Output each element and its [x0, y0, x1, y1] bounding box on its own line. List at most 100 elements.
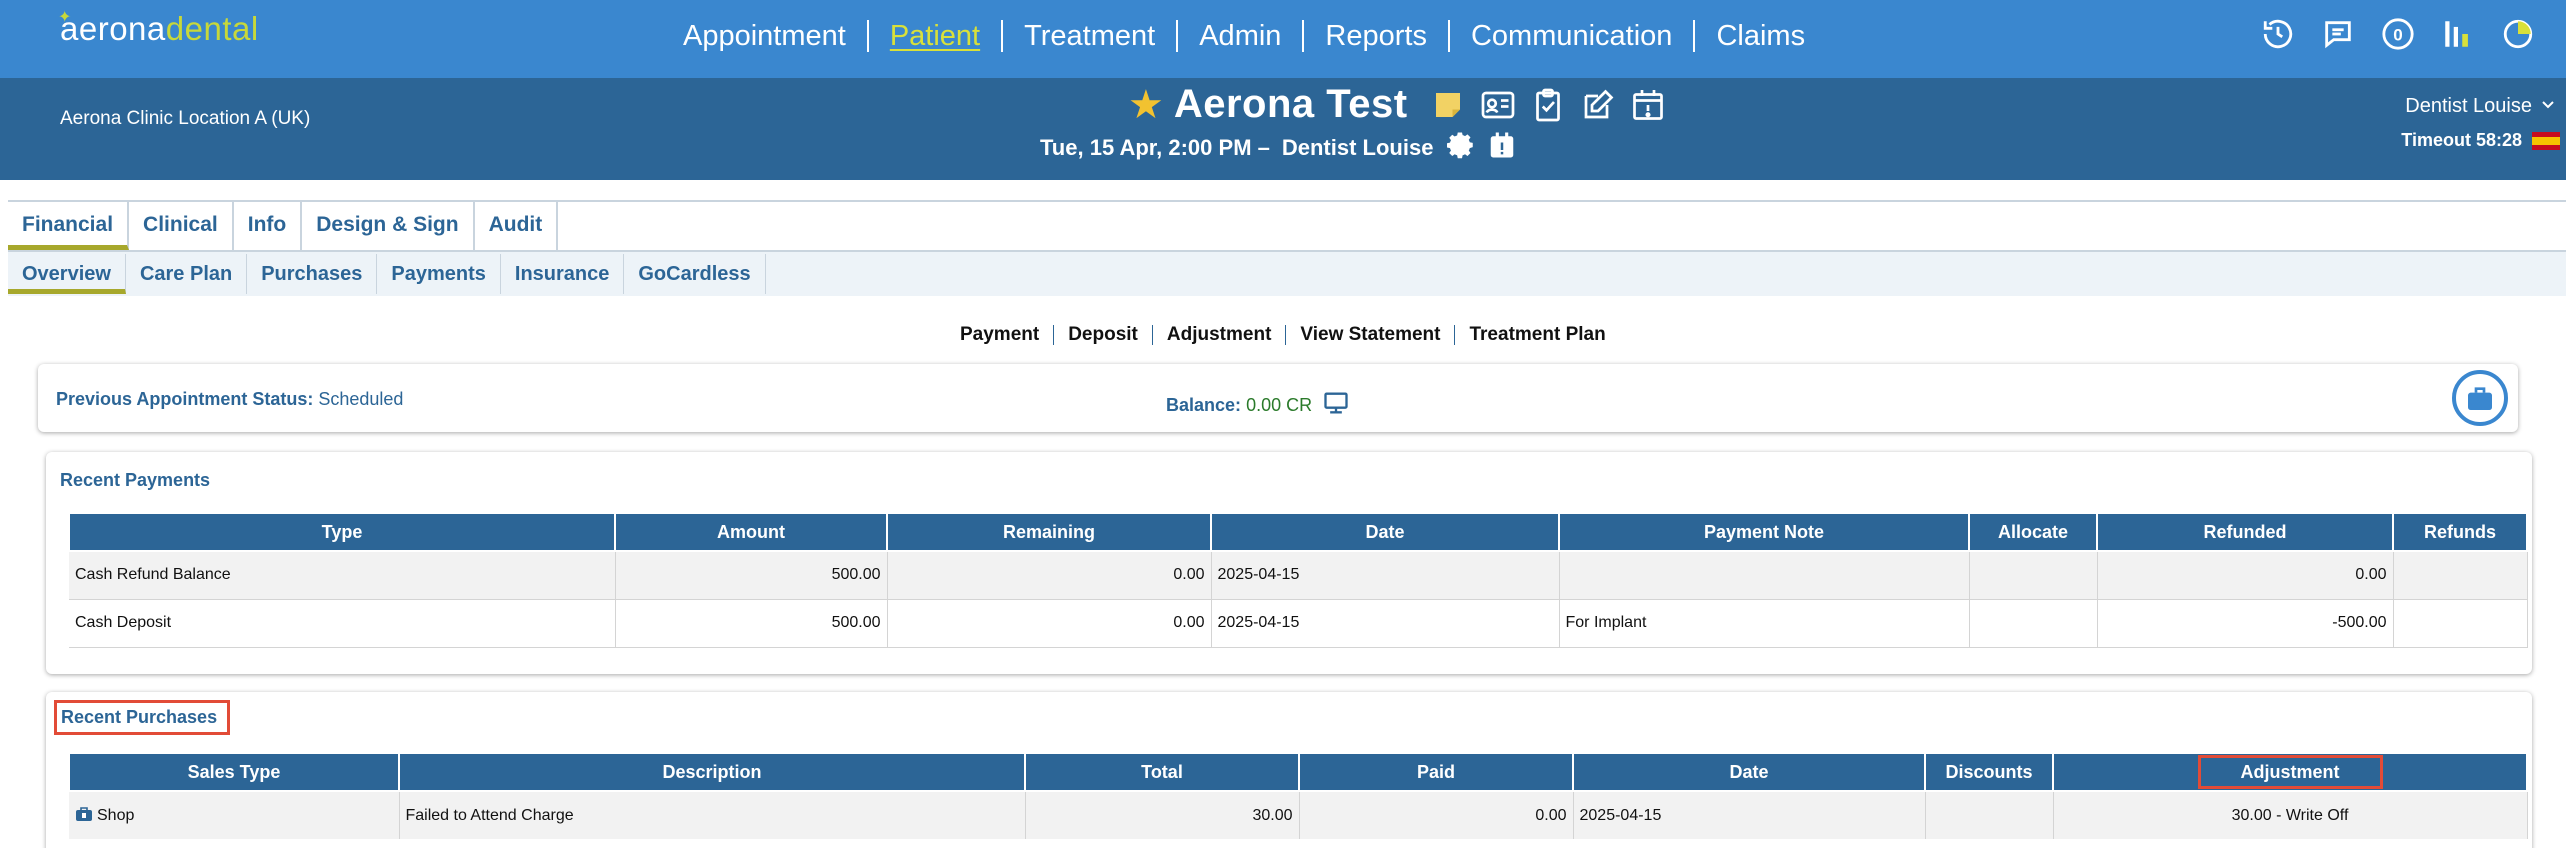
reports-bars-icon[interactable]: [2440, 16, 2476, 52]
user-dropdown[interactable]: Dentist Louise: [2405, 95, 2556, 118]
status-bar: Previous Appointment Status: Scheduled B…: [38, 364, 2518, 432]
nav-item-communication[interactable]: Communication: [1450, 20, 1696, 52]
balance-label: Balance:: [1166, 395, 1242, 415]
col-header-allocate[interactable]: Allocate: [1968, 512, 2098, 552]
subtab-care-plan[interactable]: Care Plan: [126, 254, 248, 294]
nav-item-claims[interactable]: Claims: [1695, 20, 1826, 52]
cell-date: 2025-04-15: [1211, 599, 1560, 648]
nav-item-admin[interactable]: Admin: [1178, 20, 1305, 52]
appointment-row: Tue, 15 Apr, 2:00 PM – Dentist Louise: [1040, 130, 1517, 166]
col-header-sales-type[interactable]: Sales Type: [68, 752, 400, 792]
col-header-paid[interactable]: Paid: [1298, 752, 1574, 792]
col-header-description[interactable]: Description: [398, 752, 1026, 792]
timeout-text: Timeout 58:28: [2401, 130, 2522, 150]
subtab-payments[interactable]: Payments: [377, 254, 501, 294]
treatment-plan-link[interactable]: Treatment Plan: [1455, 325, 1619, 345]
patient-name-row: ★ Aerona Test: [1128, 82, 1668, 127]
sub-tab-bar: Overview Care Plan Purchases Payments In…: [8, 252, 2566, 296]
prev-status-value: Scheduled: [318, 389, 404, 409]
chevron-down-icon: [2540, 95, 2556, 118]
adjustment-link[interactable]: Adjustment: [1153, 325, 1287, 345]
balance-value: 0.00 CR: [1246, 395, 1313, 415]
payment-link[interactable]: Payment: [960, 325, 1055, 345]
table-header-row: Sales Type Description Total Paid Date D…: [68, 752, 2528, 792]
tab-design-sign[interactable]: Design & Sign: [302, 202, 475, 250]
cell-sales-type: Shop: [69, 791, 400, 839]
chat-icon[interactable]: [2320, 16, 2356, 52]
previous-appointment-status: Previous Appointment Status: Scheduled: [56, 389, 403, 410]
shop-bag-icon: [76, 807, 92, 821]
adjustment-header-highlight: Adjustment: [2197, 754, 2383, 789]
col-header-amount[interactable]: Amount: [614, 512, 888, 552]
cell-payment-note: For Implant: [1559, 599, 1970, 648]
deposit-link[interactable]: Deposit: [1054, 325, 1153, 345]
col-header-refunded[interactable]: Refunded: [2096, 512, 2394, 552]
col-header-discounts[interactable]: Discounts: [1924, 752, 2054, 792]
nav-item-appointment[interactable]: Appointment: [662, 20, 869, 52]
table-row[interactable]: Cash Deposit 500.00 0.00 2025-04-15 For …: [69, 599, 2528, 648]
recent-payments-table: Type Amount Remaining Date Payment Note …: [68, 512, 2528, 648]
calendar-alert-small-icon[interactable]: [1487, 130, 1517, 166]
wallet-bag-icon[interactable]: [2452, 370, 2508, 426]
top-navigation-bar: ✦ aerona dental Appointment Patient Treat…: [0, 0, 2566, 78]
cell-amount: 500.00: [615, 599, 888, 648]
spain-flag-icon[interactable]: [2532, 131, 2560, 150]
cell-allocate: [1969, 551, 2098, 600]
tab-info[interactable]: Info: [234, 202, 303, 250]
cell-total: 30.00: [1025, 791, 1300, 839]
patient-card-icon[interactable]: [1478, 85, 1518, 125]
col-header-total[interactable]: Total: [1024, 752, 1300, 792]
recent-payments-title: Recent Payments: [60, 470, 211, 490]
tab-audit[interactable]: Audit: [475, 202, 559, 250]
cell-remaining: 0.00: [887, 551, 1212, 600]
balance: Balance: 0.00 CR: [1166, 389, 1350, 422]
edit-icon[interactable]: [1578, 85, 1618, 125]
notification-count-icon[interactable]: 0: [2380, 16, 2416, 52]
main-tab-bar: Financial Clinical Info Design & Sign Au…: [8, 200, 2566, 252]
pie-chart-icon[interactable]: [2500, 16, 2536, 52]
logo-text-dental: dental: [165, 10, 259, 47]
monitor-icon[interactable]: [1322, 389, 1350, 422]
star-icon[interactable]: ★: [1128, 85, 1164, 125]
patient-name: Aerona Test: [1173, 82, 1408, 126]
subtab-overview[interactable]: Overview: [8, 254, 126, 294]
col-header-payment-note[interactable]: Payment Note: [1558, 512, 1970, 552]
tab-clinical[interactable]: Clinical: [129, 202, 234, 250]
subtab-insurance[interactable]: Insurance: [501, 254, 625, 294]
clinic-location[interactable]: Aerona Clinic Location A (UK): [60, 108, 310, 130]
col-header-date[interactable]: Date: [1210, 512, 1560, 552]
clipboard-check-icon[interactable]: [1528, 85, 1568, 125]
nav-icon-group: 0: [2260, 16, 2536, 52]
calendar-alert-icon[interactable]: [1628, 85, 1668, 125]
appointment-datetime: Tue, 15 Apr, 2:00 PM –: [1040, 135, 1270, 160]
table-row[interactable]: Cash Refund Balance 500.00 0.00 2025-04-…: [69, 551, 2528, 600]
view-statement-link[interactable]: View Statement: [1286, 325, 1456, 345]
cell-paid: 0.00: [1299, 791, 1574, 839]
cell-adjustment: 30.00 - Write Off: [2053, 791, 2528, 839]
gear-icon[interactable]: [1445, 130, 1475, 166]
cell-allocate: [1969, 599, 2098, 648]
table-header-row: Type Amount Remaining Date Payment Note …: [68, 512, 2528, 552]
cell-refunded: -500.00: [2097, 599, 2394, 648]
col-header-type[interactable]: Type: [68, 512, 616, 552]
tab-financial[interactable]: Financial: [8, 202, 130, 250]
session-timeout: Timeout 58:28: [2401, 130, 2560, 151]
nav-item-patient[interactable]: Patient: [869, 20, 1004, 52]
sticky-note-icon[interactable]: [1428, 85, 1468, 125]
table-row[interactable]: Shop Failed to Attend Charge 30.00 0.00 …: [69, 791, 2528, 839]
cell-description: Failed to Attend Charge: [399, 791, 1026, 839]
col-header-date[interactable]: Date: [1572, 752, 1926, 792]
subtab-purchases[interactable]: Purchases: [247, 254, 378, 294]
aerona-dental-logo[interactable]: ✦ aerona dental: [58, 10, 259, 50]
nav-item-reports[interactable]: Reports: [1304, 20, 1450, 52]
cell-type: Cash Refund Balance: [69, 551, 616, 600]
nav-item-treatment[interactable]: Treatment: [1003, 20, 1179, 52]
col-header-remaining[interactable]: Remaining: [886, 512, 1212, 552]
col-header-refunds[interactable]: Refunds: [2392, 512, 2528, 552]
user-name: Dentist Louise: [2405, 95, 2532, 117]
history-icon[interactable]: [2260, 16, 2296, 52]
col-header-adjustment[interactable]: Adjustment: [2052, 752, 2528, 792]
patient-header: Aerona Clinic Location A (UK) ★ Aerona T…: [0, 78, 2566, 180]
subtab-gocardless[interactable]: GoCardless: [624, 254, 766, 294]
sales-type-text: Shop: [97, 807, 135, 824]
